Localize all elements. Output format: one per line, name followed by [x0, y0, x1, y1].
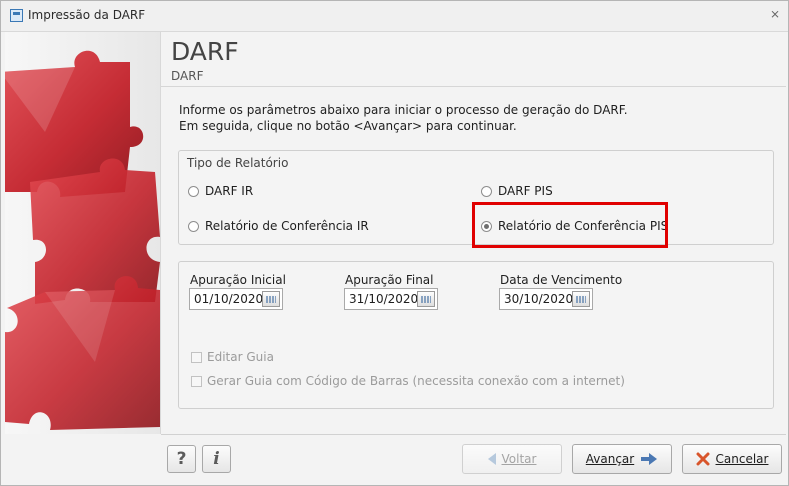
date-value[interactable]: 31/10/2020 [349, 292, 418, 306]
report-type-label: Tipo de Relatório [187, 156, 289, 170]
edit-guide-checkbox[interactable]: Editar Guia [191, 350, 274, 364]
highlight-box [472, 202, 668, 248]
info-icon: i [213, 449, 220, 469]
checkbox-label: Editar Guia [207, 350, 274, 364]
help-button[interactable]: ? [167, 445, 196, 473]
arrow-left-icon [487, 453, 496, 465]
radio-indicator[interactable] [188, 220, 199, 232]
help-icon: ? [176, 449, 187, 469]
barcode-guide-checkbox[interactable]: Gerar Guia com Código de Barras (necessi… [191, 374, 625, 388]
apuracao-final-field[interactable]: 31/10/2020 [344, 288, 438, 310]
back-label: Voltar [501, 452, 537, 466]
data-vencimento-label: Data de Vencimento [500, 273, 623, 287]
radio-label: DARF PIS [498, 184, 553, 198]
cancel-x-icon [696, 452, 710, 466]
radio-indicator[interactable] [481, 185, 492, 197]
date-value[interactable]: 01/10/2020 [194, 292, 263, 306]
checkbox-box[interactable] [191, 351, 202, 363]
back-button[interactable]: Voltar [462, 444, 562, 474]
info-button[interactable]: i [202, 445, 231, 473]
page-title: DARF [171, 37, 239, 66]
header-divider [161, 86, 786, 87]
cancel-label: Cancelar [715, 452, 769, 466]
radio-label: Relatório de Conferência IR [205, 219, 369, 233]
radio-conferencia-ir[interactable]: Relatório de Conferência IR [188, 219, 369, 233]
date-value[interactable]: 30/10/2020 [504, 292, 573, 306]
apuracao-inicial-label: Apuração Inicial [190, 273, 286, 287]
page-subtitle: DARF [171, 69, 204, 83]
puzzle-illustration [5, 50, 160, 430]
calendar-icon[interactable] [417, 291, 435, 307]
radio-darf-ir[interactable]: DARF IR [188, 184, 253, 198]
arrow-right-icon [641, 453, 658, 465]
radio-label: DARF IR [205, 184, 254, 198]
footer-divider [161, 434, 786, 435]
close-icon[interactable]: ⨯ [770, 7, 780, 21]
instructions-line-2: Em seguida, clique no botão <Avançar> pa… [179, 119, 517, 133]
radio-indicator[interactable] [188, 185, 199, 197]
app-icon [10, 9, 23, 22]
apuracao-final-label: Apuração Final [345, 273, 434, 287]
puzzle-image [5, 32, 161, 434]
checkbox-box[interactable] [191, 375, 202, 387]
instructions-line-1: Informe os parâmetros abaixo para inicia… [179, 103, 628, 117]
data-vencimento-field[interactable]: 30/10/2020 [499, 288, 593, 310]
apuracao-inicial-field[interactable]: 01/10/2020 [189, 288, 283, 310]
darf-dialog-window: Impressão da DARF ⨯ DARF DARF Informe os… [0, 0, 789, 486]
window-title: Impressão da DARF [28, 8, 146, 22]
title-bar: Impressão da DARF ⨯ [1, 1, 788, 32]
next-button[interactable]: Avançar [572, 444, 672, 474]
checkbox-label: Gerar Guia com Código de Barras (necessi… [207, 374, 625, 388]
instructions: Informe os parâmetros abaixo para inicia… [179, 102, 628, 134]
radio-darf-pis[interactable]: DARF PIS [481, 184, 553, 198]
calendar-icon[interactable] [262, 291, 280, 307]
next-label: Avançar [585, 452, 635, 466]
cancel-button[interactable]: Cancelar [682, 444, 782, 474]
calendar-icon[interactable] [572, 291, 590, 307]
